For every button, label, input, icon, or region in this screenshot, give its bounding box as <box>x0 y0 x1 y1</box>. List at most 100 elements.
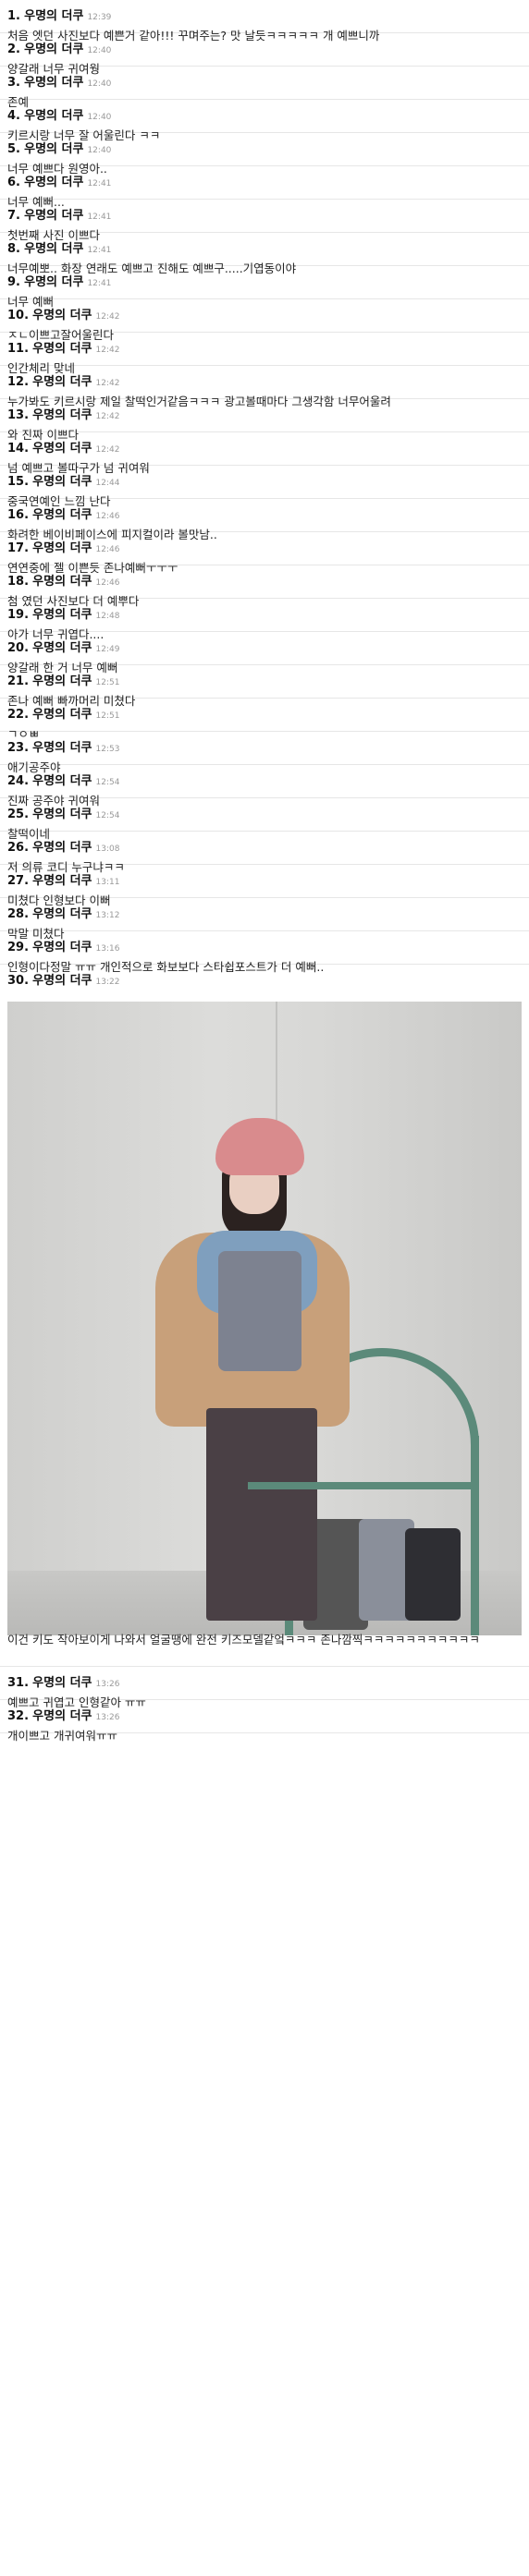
comment-item: 32. 우명의 더쿠 13:26 개이쁘고 개귀여워ㅠㅠ <box>0 1700 529 1743</box>
comment-time: 12:46 <box>95 512 120 521</box>
comment-header: 32. 우명의 더쿠 13:26 <box>7 1709 119 1725</box>
comment-number: 31. <box>7 1676 30 1690</box>
comment-number: 11. <box>7 342 30 356</box>
comment-header: 22. 우명의 더쿠 12:51 <box>7 708 119 723</box>
comment-item: 8. 우명의 더쿠 12:41 너무예뽀.. 화장 연래도 예쁘고 진해도 예쁘구.… <box>0 233 529 275</box>
comment-time: 12:46 <box>95 578 120 588</box>
comment-author[interactable]: 우명의 더쿠 <box>32 342 92 356</box>
comment-item: 21. 우명의 더쿠 12:51 존나 예뻐 빠까머리 미쳤다 <box>0 665 529 708</box>
comment-time: 13:22 <box>95 978 120 987</box>
comment-author[interactable]: 우명의 더쿠 <box>24 43 83 56</box>
comment-item: 30. 우명의 더쿠 13:22 이건 키도 작아보이게 나와서 얼굴땡에 완전 키… <box>0 965 529 1667</box>
comment-time: 13:16 <box>95 944 120 954</box>
comment-header: 24. 우명의 더쿠 12:54 <box>7 774 119 790</box>
comment-author[interactable]: 우명의 더쿠 <box>32 475 92 489</box>
comment-header: 11. 우명의 더쿠 12:42 <box>7 342 119 358</box>
comment-header: 10. 우명의 더쿠 12:42 <box>7 309 119 324</box>
comment-author[interactable]: 우명의 더쿠 <box>24 142 83 156</box>
comment-time: 13:26 <box>95 1713 120 1722</box>
comment-author[interactable]: 우명의 더쿠 <box>32 442 92 456</box>
comment-photo[interactable] <box>7 1002 522 1635</box>
comment-author[interactable]: 우명의 더쿠 <box>32 841 92 855</box>
comment-author[interactable]: 우명의 더쿠 <box>32 907 92 921</box>
comment-time: 13:08 <box>95 844 120 854</box>
comment-author[interactable]: 우명의 더쿠 <box>32 708 92 722</box>
comment-item: 12. 우명의 더쿠 12:42 누가봐도 키르시랑 제일 찰떡인거같음ㅋㅋㅋ 광고… <box>0 366 529 408</box>
comment-author[interactable]: 우명의 더쿠 <box>32 1676 92 1690</box>
comment-header: 13. 우명의 더쿠 12:42 <box>7 408 119 424</box>
comment-number: 21. <box>7 674 30 688</box>
comment-number: 24. <box>7 774 30 788</box>
comment-time: 12:44 <box>95 479 120 488</box>
comment-author[interactable]: 우명의 더쿠 <box>32 808 92 821</box>
comment-header: 17. 우명의 더쿠 12:46 <box>7 541 119 557</box>
comment-item: 25. 우명의 더쿠 12:54 찰떡이네 <box>0 798 529 841</box>
comment-number: 10. <box>7 309 30 322</box>
comment-author[interactable]: 우명의 더쿠 <box>32 408 92 422</box>
comment-number: 20. <box>7 641 30 655</box>
comment-author[interactable]: 우명의 더쿠 <box>32 1709 92 1723</box>
comment-item: 3. 우명의 더쿠 12:40 존예 <box>0 67 529 109</box>
comment-author[interactable]: 우명의 더쿠 <box>32 874 92 888</box>
comment-item: 4. 우명의 더쿠 12:40 키르시랑 너무 잘 어울린다 ㅋㅋ <box>0 100 529 142</box>
comment-item: 9. 우명의 더쿠 12:41 너무 예뻐 <box>0 266 529 309</box>
comment-author[interactable]: 우명의 더쿠 <box>32 941 92 954</box>
comment-header: 12. 우명의 더쿠 12:42 <box>7 375 119 391</box>
comment-item: 20. 우명의 더쿠 12:49 양갈래 한 거 너무 예뻐 <box>0 632 529 674</box>
comment-author[interactable]: 우명의 더쿠 <box>24 176 83 189</box>
comment-time: 12:40 <box>87 79 112 89</box>
comment-header: 19. 우명의 더쿠 12:48 <box>7 608 119 624</box>
comment-author[interactable]: 우명의 더쿠 <box>24 242 83 256</box>
comment-time: 12:54 <box>95 778 120 787</box>
comment-number: 29. <box>7 941 30 954</box>
comment-number: 18. <box>7 575 30 589</box>
comment-time: 12:49 <box>95 645 120 654</box>
comment-author[interactable]: 우명의 더쿠 <box>32 641 92 655</box>
comment-header: 2. 우명의 더쿠 12:40 <box>7 43 111 58</box>
comment-item: 2. 우명의 더쿠 12:40 양갈래 너무 귀여웡 <box>0 33 529 76</box>
comment-item: 29. 우명의 더쿠 13:16 인형이다정말 ㅠㅠ 개인적으로 화보보다 스타쉽포… <box>0 931 529 974</box>
comment-number: 28. <box>7 907 30 921</box>
comment-text: 개이쁘고 개귀여워ㅠㅠ <box>7 1729 117 1743</box>
comment-time: 12:53 <box>95 745 120 754</box>
comment-time: 12:40 <box>87 113 112 122</box>
comment-item: 10. 우명의 더쿠 12:42 ㅈㄴ이쁘고잘어울린다 <box>0 299 529 342</box>
comment-time: 12:48 <box>95 612 120 621</box>
comment-time: 12:41 <box>87 179 112 188</box>
comment-number: 14. <box>7 442 30 456</box>
comment-item: 22. 우명의 더쿠 12:51 ㄱㅇㅃ <box>0 699 529 741</box>
comment-author[interactable]: 우명의 더쿠 <box>32 774 92 788</box>
comment-author[interactable]: 우명의 더쿠 <box>32 741 92 755</box>
comment-time: 12:42 <box>95 346 120 355</box>
comment-header: 4. 우명의 더쿠 12:40 <box>7 109 111 125</box>
comment-header: 1. 우명의 더쿠 12:39 <box>7 9 111 25</box>
comment-time: 12:51 <box>95 678 120 687</box>
comment-time: 13:26 <box>95 1680 120 1689</box>
comment-item: 18. 우명의 더쿠 12:46 첨 였던 사진보다 더 예뿌다 <box>0 565 529 608</box>
comment-author[interactable]: 우명의 더쿠 <box>32 508 92 522</box>
comment-number: 8. <box>7 242 20 256</box>
comment-time: 12:41 <box>87 213 112 222</box>
comment-author[interactable]: 우명의 더쿠 <box>32 608 92 622</box>
comment-time: 12:51 <box>95 711 120 721</box>
comment-item: 31. 우명의 더쿠 13:26 예쁘고 귀엽고 인형같아 ㅠㅠ <box>0 1667 529 1709</box>
comment-author[interactable]: 우명의 더쿠 <box>32 674 92 688</box>
comment-author[interactable]: 우명의 더쿠 <box>24 209 83 223</box>
comment-author[interactable]: 우명의 더쿠 <box>24 76 83 90</box>
comment-header: 23. 우명의 더쿠 12:53 <box>7 741 119 757</box>
comment-author[interactable]: 우명의 더쿠 <box>32 309 92 322</box>
comment-number: 13. <box>7 408 30 422</box>
comment-number: 19. <box>7 608 30 622</box>
comment-time: 13:12 <box>95 911 120 920</box>
comment-header: 5. 우명의 더쿠 12:40 <box>7 142 111 158</box>
comment-time: 12:40 <box>87 146 112 155</box>
comment-author[interactable]: 우명의 더쿠 <box>32 541 92 555</box>
comment-author[interactable]: 우명의 더쿠 <box>24 109 83 123</box>
comment-author[interactable]: 우명의 더쿠 <box>24 9 83 23</box>
comment-header: 21. 우명의 더쿠 12:51 <box>7 674 119 690</box>
comment-number: 7. <box>7 209 20 223</box>
comment-author[interactable]: 우명의 더쿠 <box>32 974 92 988</box>
comment-author[interactable]: 우명의 더쿠 <box>24 275 83 289</box>
comment-author[interactable]: 우명의 더쿠 <box>32 375 92 389</box>
comment-author[interactable]: 우명의 더쿠 <box>32 575 92 589</box>
